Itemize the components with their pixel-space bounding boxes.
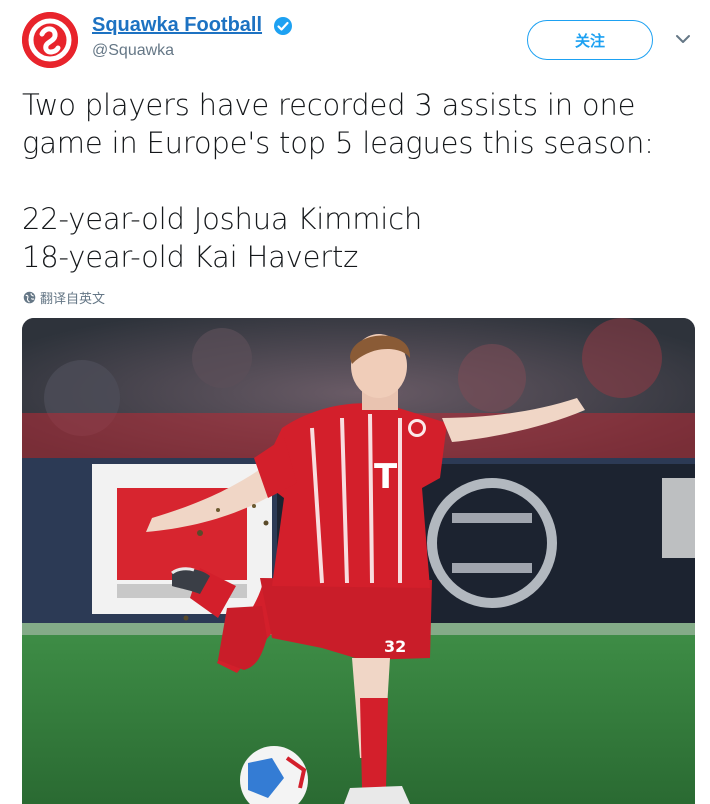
tweet-line: Two players have recorded 3 assists in o…: [22, 88, 636, 122]
squawka-logo-icon: [22, 12, 78, 68]
globe-icon: [23, 291, 36, 304]
display-name[interactable]: Squawka Football: [92, 14, 262, 37]
account-handle[interactable]: @Squawka: [92, 42, 174, 60]
verified-badge-icon: [274, 17, 292, 35]
tweet-photo[interactable]: T 32: [22, 318, 695, 804]
tweet-text: Two players have recorded 3 assists in o…: [22, 86, 692, 276]
tweet-line: game in Europe's top 5 leagues this seas…: [22, 126, 654, 160]
tweet-line: 18-year-old Kai Havertz: [22, 240, 359, 274]
follow-button[interactable]: 关注: [527, 20, 653, 60]
avatar[interactable]: [22, 12, 78, 68]
kit-number: 32: [384, 637, 406, 656]
chevron-down-icon[interactable]: [674, 32, 692, 46]
tweet-line: 22-year-old Joshua Kimmich: [22, 202, 423, 236]
translate-label: 翻译自英文: [40, 292, 106, 307]
translate-link[interactable]: 翻译自英文: [23, 288, 105, 307]
svg-text:T: T: [374, 457, 398, 497]
football-player-photo: T 32: [22, 318, 695, 804]
